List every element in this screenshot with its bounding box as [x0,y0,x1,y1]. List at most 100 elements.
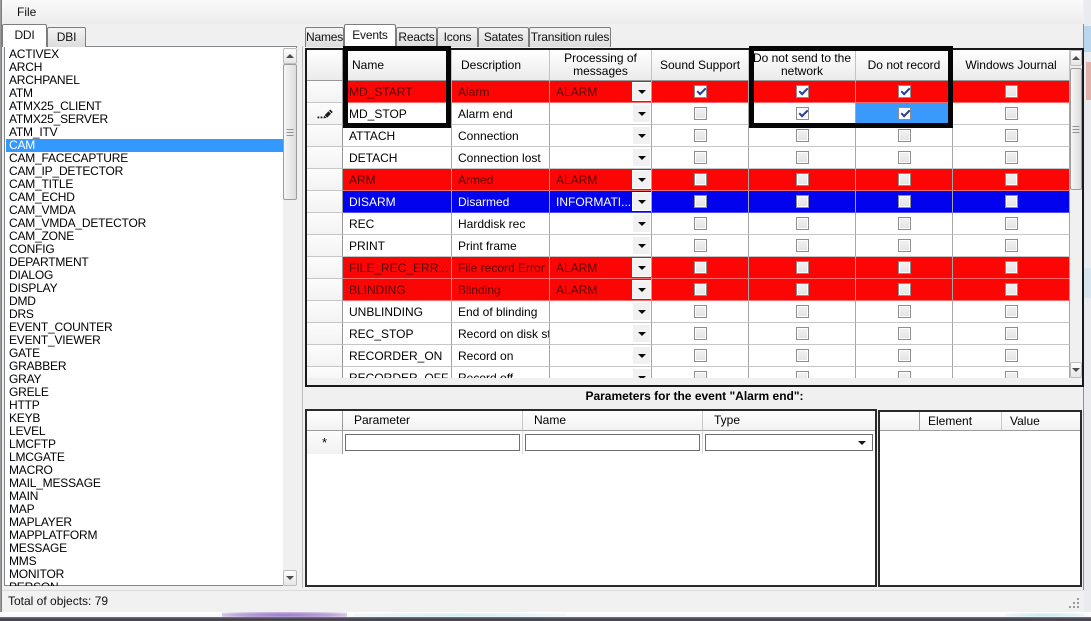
list-item-keyb[interactable]: KEYB [6,412,283,425]
cell-description[interactable]: Connection lost [452,147,550,169]
do-not-record-checkbox[interactable] [898,151,911,164]
grid-column-header-windows-journal[interactable]: Windows Journal [953,50,1070,81]
column-header-parameter[interactable]: Parameter [343,411,523,431]
cell-name[interactable]: FILE_REC_ERR... [343,257,452,279]
cell-description[interactable]: Alarm [452,81,550,103]
grid-column-header-sound-support[interactable]: Sound Support [652,50,749,81]
cell-name[interactable]: UNBLINDING [343,301,452,323]
cell-name[interactable]: REC [343,213,452,235]
cell-sound-support[interactable] [652,125,749,147]
cell-windows-journal[interactable] [953,257,1070,279]
sound-support-checkbox[interactable] [694,151,707,164]
sound-support-checkbox[interactable] [694,239,707,252]
row-header[interactable] [307,147,343,169]
cell-sound-support[interactable] [652,235,749,257]
windows-journal-checkbox[interactable] [1005,173,1018,186]
list-item-display[interactable]: DISPLAY [6,282,283,295]
cell-sound-support[interactable] [652,301,749,323]
combobox-dropdown-button[interactable] [633,259,650,276]
do-not-record-checkbox[interactable] [898,129,911,142]
cell-processing-combobox[interactable] [550,125,652,147]
column-header-type[interactable]: Type [703,411,875,431]
list-item-atm_itv[interactable]: ATM_ITV [6,126,283,139]
list-item-event_viewer[interactable]: EVENT_VIEWER [6,334,283,347]
sound-support-checkbox[interactable] [694,349,707,362]
cell-description[interactable]: File record Error [452,257,550,279]
column-header-element[interactable]: Element [920,412,1002,431]
cell-processing-combobox[interactable] [550,323,652,345]
scroll-thumb[interactable] [283,64,297,200]
grid-scrollbar[interactable] [1070,50,1082,378]
cell-name[interactable]: PRINT [343,235,452,257]
cell-windows-journal[interactable] [953,367,1070,378]
combobox-dropdown-button[interactable] [633,237,650,254]
resize-grip-icon[interactable] [1068,597,1080,609]
windows-journal-checkbox[interactable] [1005,327,1018,340]
windows-journal-checkbox[interactable] [1005,217,1018,230]
cell-windows-journal[interactable] [953,147,1070,169]
cell-name[interactable]: ARM [343,169,452,191]
name-input[interactable] [525,434,700,451]
cell-name[interactable]: DISARM [343,191,452,213]
sound-support-checkbox[interactable] [694,173,707,186]
cell-description[interactable]: Print frame [452,235,550,257]
list-item-message[interactable]: MESSAGE [6,542,283,555]
do-not-record-checkbox[interactable] [898,217,911,230]
windows-journal-checkbox[interactable] [1005,195,1018,208]
cell-processing-combobox[interactable] [550,147,652,169]
column-header-value[interactable]: Value [1002,412,1080,431]
cell-windows-journal[interactable] [953,103,1070,125]
cell-description[interactable]: Disarmed [452,191,550,213]
cell-do-not-record[interactable] [856,169,953,191]
cell-do-not-send[interactable] [749,279,856,301]
cell-do-not-record[interactable] [856,279,953,301]
cell-do-not-send[interactable] [749,323,856,345]
do-not-send-checkbox[interactable] [796,305,809,318]
sound-support-checkbox[interactable] [694,217,707,230]
sound-support-checkbox[interactable] [694,195,707,208]
type-combobox[interactable] [705,434,873,451]
tab-ddi[interactable]: DDI [2,24,47,47]
combobox-dropdown-button[interactable] [633,303,650,320]
combobox-dropdown-button[interactable] [633,127,650,144]
parameter-input[interactable] [345,434,520,451]
cell-windows-journal[interactable] [953,235,1070,257]
tab-icons[interactable]: Icons [437,27,478,47]
row-header[interactable] [307,125,343,147]
row-header[interactable] [307,103,343,125]
combobox-dropdown-button[interactable] [633,171,650,188]
cell-name[interactable]: BLINDING [343,279,452,301]
cell-do-not-record[interactable] [856,323,953,345]
combobox-dropdown-button[interactable] [633,83,650,100]
cell-do-not-record[interactable] [856,191,953,213]
cell-do-not-record[interactable] [856,257,953,279]
row-header[interactable] [307,345,343,367]
do-not-send-checkbox[interactable] [796,349,809,362]
cell-do-not-send[interactable] [749,301,856,323]
scroll-thumb[interactable] [1070,68,1082,190]
do-not-record-checkbox[interactable] [898,195,911,208]
cell-do-not-send[interactable] [749,169,856,191]
row-header[interactable] [307,323,343,345]
do-not-send-checkbox[interactable] [796,239,809,252]
cell-do-not-record[interactable] [856,367,953,378]
list-item-main[interactable]: MAIN [6,490,283,503]
sound-support-checkbox[interactable] [694,371,707,378]
cell-description[interactable]: Blinding [452,279,550,301]
row-header[interactable] [307,257,343,279]
do-not-send-checkbox[interactable] [796,261,809,274]
cell-do-not-send[interactable] [749,213,856,235]
cell-windows-journal[interactable] [953,169,1070,191]
cell-processing-combobox[interactable] [550,213,652,235]
row-header[interactable] [307,367,343,378]
windows-journal-checkbox[interactable] [1005,261,1018,274]
cell-processing-combobox[interactable] [550,103,652,125]
cell-do-not-send[interactable] [749,345,856,367]
cell-do-not-record[interactable] [856,345,953,367]
cell-sound-support[interactable] [652,191,749,213]
list-item-dmd[interactable]: DMD [6,295,283,308]
row-header[interactable] [307,213,343,235]
cell-processing-combobox[interactable]: ALARM [550,81,652,103]
cell-do-not-send[interactable] [749,191,856,213]
cell-windows-journal[interactable] [953,323,1070,345]
